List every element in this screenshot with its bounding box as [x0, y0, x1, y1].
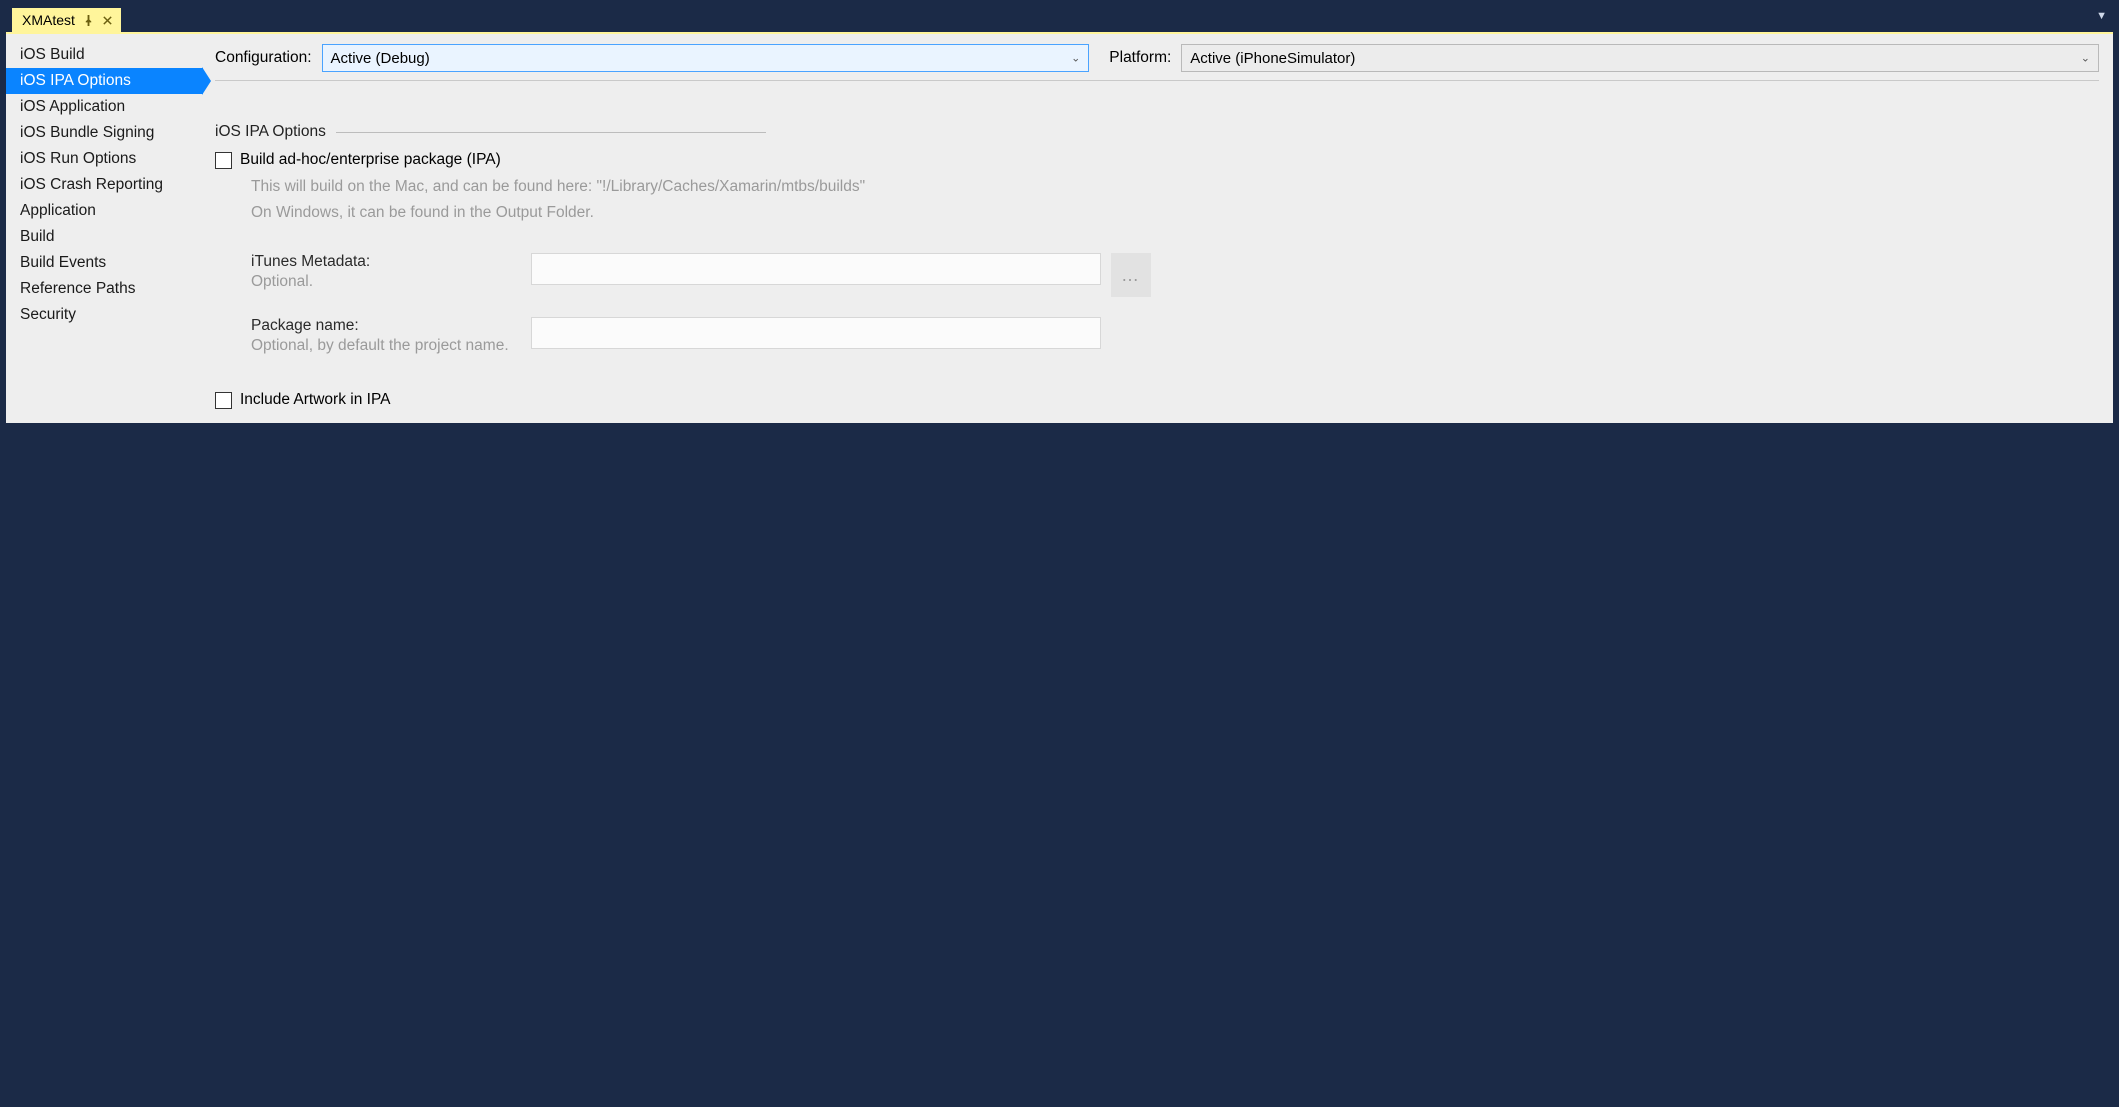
- sidebar-item[interactable]: Build: [6, 224, 203, 250]
- settings-sidebar: iOS Build iOS IPA Options iOS Application i…: [6, 34, 203, 423]
- sidebar-item-label: iOS Application: [20, 98, 125, 115]
- ipa-hint-2: On Windows, it can be found in the Outpu…: [251, 201, 2099, 225]
- tab-bar: XMAtest ▼: [6, 6, 2113, 32]
- sidebar-item-label: iOS Bundle Signing: [20, 124, 154, 141]
- sidebar-item-label: iOS Crash Reporting: [20, 176, 163, 193]
- sidebar-item[interactable]: iOS Crash Reporting: [6, 172, 203, 198]
- config-row: Configuration: Active (Debug) ⌄ Platform…: [215, 44, 2099, 81]
- itunes-metadata-label: iTunes Metadata:: [251, 253, 531, 271]
- sidebar-item-label: Application: [20, 202, 96, 219]
- itunes-metadata-hint: Optional.: [251, 273, 531, 291]
- sidebar-item[interactable]: iOS Bundle Signing: [6, 120, 203, 146]
- section-header: iOS IPA Options: [215, 123, 2099, 141]
- close-icon[interactable]: [102, 15, 113, 26]
- sidebar-item-label: iOS Run Options: [20, 150, 136, 167]
- configuration-combo[interactable]: Active (Debug) ⌄: [322, 44, 1090, 72]
- sidebar-item-label: Build Events: [20, 254, 106, 271]
- sidebar-item-label: Security: [20, 306, 76, 323]
- chevron-down-icon: ⌄: [2081, 52, 2090, 65]
- platform-value: Active (iPhoneSimulator): [1190, 50, 1355, 67]
- sidebar-item[interactable]: Reference Paths: [6, 276, 203, 302]
- itunes-metadata-input[interactable]: [531, 253, 1101, 285]
- build-ipa-checkbox[interactable]: [215, 152, 232, 169]
- include-artwork-label: Include Artwork in IPA: [240, 391, 390, 409]
- build-ipa-checkbox-row[interactable]: Build ad-hoc/enterprise package (IPA): [215, 151, 2099, 169]
- sidebar-item[interactable]: Build Events: [6, 250, 203, 276]
- ellipsis-icon: …: [1121, 265, 1141, 285]
- sidebar-item[interactable]: iOS Run Options: [6, 146, 203, 172]
- sidebar-item[interactable]: iOS Application: [6, 94, 203, 120]
- chevron-down-icon: ⌄: [1071, 52, 1080, 65]
- sidebar-item-label: iOS IPA Options: [20, 72, 131, 89]
- sidebar-item[interactable]: iOS Build: [6, 42, 203, 68]
- configuration-value: Active (Debug): [331, 50, 430, 67]
- platform-combo[interactable]: Active (iPhoneSimulator) ⌄: [1181, 44, 2099, 72]
- settings-content: Configuration: Active (Debug) ⌄ Platform…: [203, 34, 2113, 423]
- sidebar-item-label: Build: [20, 228, 54, 245]
- section-title: iOS IPA Options: [215, 123, 326, 141]
- package-name-label: Package name:: [251, 317, 531, 335]
- sidebar-item[interactable]: Security: [6, 302, 203, 328]
- divider: [336, 132, 766, 133]
- tab-title: XMAtest: [22, 12, 75, 28]
- browse-button[interactable]: …: [1111, 253, 1151, 297]
- document-tab[interactable]: XMAtest: [12, 8, 121, 32]
- build-ipa-label: Build ad-hoc/enterprise package (IPA): [240, 151, 501, 169]
- package-name-input[interactable]: [531, 317, 1101, 349]
- include-artwork-checkbox[interactable]: [215, 392, 232, 409]
- sidebar-item-label: iOS Build: [20, 46, 85, 63]
- sidebar-item[interactable]: Application: [6, 198, 203, 224]
- package-name-hint: Optional, by default the project name.: [251, 337, 531, 355]
- include-artwork-checkbox-row[interactable]: Include Artwork in IPA: [215, 391, 2099, 409]
- ipa-hint-1: This will build on the Mac, and can be f…: [251, 175, 2099, 199]
- window-menu-dropdown-icon[interactable]: ▼: [2096, 10, 2107, 22]
- sidebar-item[interactable]: iOS IPA Options: [6, 68, 203, 94]
- sidebar-item-label: Reference Paths: [20, 280, 135, 297]
- configuration-label: Configuration:: [215, 49, 312, 67]
- pin-icon[interactable]: [83, 15, 94, 26]
- platform-label: Platform:: [1109, 49, 1171, 67]
